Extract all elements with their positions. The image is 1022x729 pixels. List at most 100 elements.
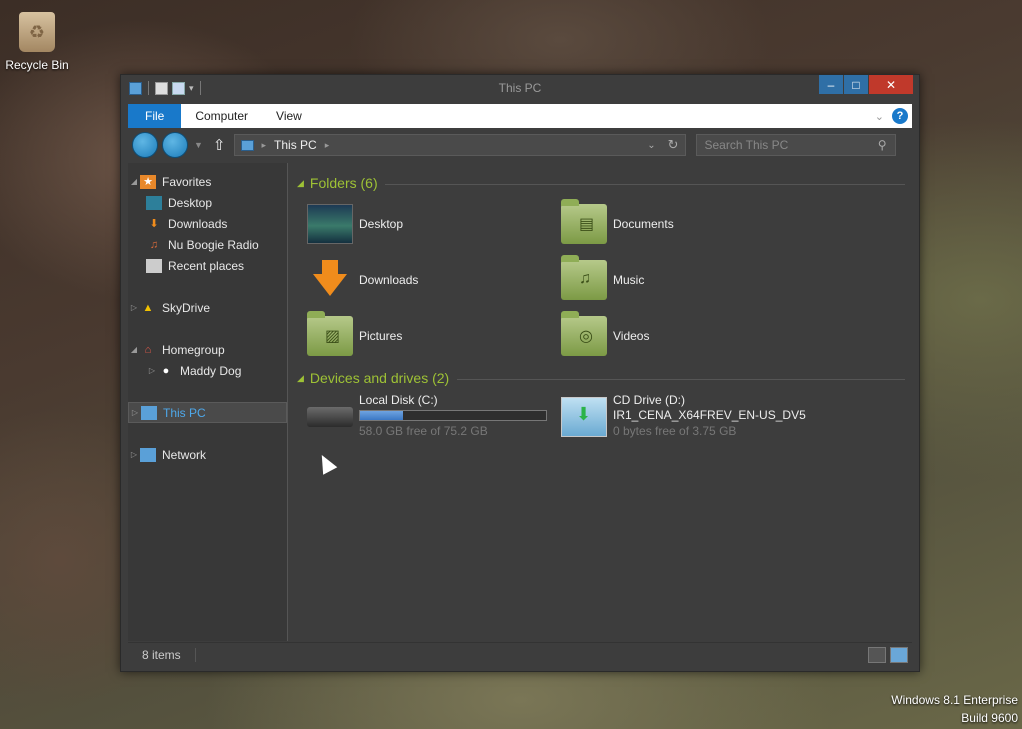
folder-downloads[interactable]: Downloads — [307, 255, 547, 305]
folder-videos[interactable]: ◎ Videos — [561, 311, 801, 361]
nav-favorites-downloads[interactable]: ⬇ Downloads — [128, 213, 287, 234]
devices-group-title: Devices and drives (2) — [309, 370, 450, 386]
nav-favorites-desktop[interactable]: Desktop — [128, 192, 287, 213]
favorites-star-icon: ★ — [140, 174, 156, 189]
folders-group-header[interactable]: ◢ Folders (6) — [297, 175, 378, 191]
nav-label: This PC — [163, 405, 206, 420]
os-edition: Windows 8.1 Enterprise — [891, 693, 1018, 707]
warning-icon: ▲ — [142, 301, 154, 314]
computer-icon — [240, 139, 254, 151]
collapsed-arrow-icon[interactable]: ▷ — [128, 450, 140, 459]
search-icon[interactable]: ⚲ — [878, 138, 887, 152]
minimize-button[interactable]: – — [819, 75, 843, 94]
address-bar[interactable]: ▸ This PC ▸ ⌄ ↻ — [233, 134, 686, 156]
computer-icon — [141, 405, 157, 420]
expand-ribbon-icon[interactable]: ⌄ — [875, 110, 884, 123]
address-dropdown-icon[interactable]: ⌄ — [647, 140, 655, 151]
nav-label: Desktop — [168, 195, 213, 210]
drive-name: CD Drive (D:) — [613, 393, 685, 407]
folder-label: Desktop — [359, 217, 404, 231]
group-divider — [457, 379, 905, 380]
close-button[interactable]: ✕ — [869, 75, 913, 94]
drive-usage-fill — [360, 411, 403, 420]
expanded-arrow-icon[interactable]: ◢ — [128, 345, 140, 354]
nav-favorites[interactable]: ◢ ★ Favorites — [128, 171, 287, 192]
nav-network[interactable]: ▷ Network — [128, 444, 287, 465]
recycle-bin-label: Recycle Bin — [5, 58, 69, 72]
tiles-view-icon[interactable] — [890, 646, 908, 663]
downloads-folder-icon — [307, 260, 353, 300]
up-arrow-icon[interactable]: ⇧ — [213, 136, 226, 154]
recycle-bin[interactable]: Recycle Bin — [4, 8, 70, 72]
tab-view[interactable]: View — [262, 104, 316, 128]
group-divider — [385, 184, 905, 185]
nav-label: Recent places — [168, 258, 245, 273]
folder-desktop[interactable]: Desktop — [307, 199, 547, 249]
nav-favorites-recent[interactable]: Recent places — [128, 255, 287, 276]
view-switcher — [868, 646, 912, 663]
search-input[interactable]: Search This PC — [705, 138, 789, 152]
drive-space: 0 bytes free of 3.75 GB — [613, 424, 737, 438]
network-icon — [140, 447, 156, 462]
navigation-pane: ◢ ★ Favorites Desktop ⬇ Downloads ♫ Nu B… — [128, 163, 288, 641]
back-button[interactable] — [132, 132, 158, 158]
window-title: This PC — [498, 81, 542, 95]
navigation-bar: ▼ ⇧ ▸ This PC ▸ ⌄ ↻ Search This PC ⚲ — [128, 130, 912, 160]
devices-group-header[interactable]: ◢ Devices and drives (2) — [297, 370, 449, 386]
breadcrumb-separator[interactable]: ▸ — [325, 140, 330, 151]
nav-skydrive[interactable]: ▷ ▲ SkyDrive — [128, 297, 287, 318]
folder-label: Downloads — [359, 273, 419, 287]
refresh-icon[interactable]: ↻ — [668, 137, 679, 153]
shortcut-icon: ♫ — [149, 238, 159, 251]
nav-label: Favorites — [162, 174, 212, 189]
search-box[interactable]: Search This PC ⚲ — [695, 134, 896, 156]
explorer-window: ▾ This PC – □ ✕ File Computer View ⌄ ? ▼… — [120, 74, 920, 672]
drive-info: Local Disk (C:) 58.0 GB free of 75.2 GB — [359, 393, 547, 439]
nav-homegroup[interactable]: ◢ ⌂ Homegroup — [128, 339, 287, 360]
maximize-button[interactable]: □ — [844, 75, 868, 94]
drive-usage-bar — [359, 410, 547, 421]
title-bar[interactable]: ▾ This PC – □ ✕ — [121, 75, 919, 103]
breadcrumb-this-pc[interactable]: This PC — [274, 138, 317, 152]
tab-file[interactable]: File — [128, 104, 182, 128]
recent-places-icon — [146, 258, 162, 273]
os-watermark: Windows 8.1 Enterprise Build 9600 — [891, 691, 1018, 727]
help-icon[interactable]: ? — [892, 108, 908, 124]
collapsed-arrow-icon[interactable]: ▷ — [146, 366, 158, 375]
collapsed-arrow-icon[interactable]: ▷ — [129, 408, 141, 417]
folder-music[interactable]: ♫ Music — [561, 255, 801, 305]
folder-label: Pictures — [359, 329, 403, 343]
ribbon-right-controls: ⌄ ? — [875, 104, 912, 128]
desktop-folder-icon — [307, 204, 353, 244]
group-collapse-icon[interactable]: ◢ — [297, 178, 304, 189]
drive-local-disk[interactable]: Local Disk (C:) 58.0 GB free of 75.2 GB — [307, 393, 557, 445]
homegroup-icon: ⌂ — [144, 343, 152, 356]
folders-group-title: Folders (6) — [309, 175, 378, 191]
drive-cd[interactable]: CD Drive (D:) IR1_CENA_X64FREV_EN-US_DV5… — [561, 393, 811, 445]
os-build: Build 9600 — [961, 711, 1018, 725]
nav-label: Network — [162, 447, 207, 462]
folder-label: Documents — [613, 217, 674, 231]
user-icon: ● — [162, 364, 170, 377]
nav-homegroup-user[interactable]: ▷ ● Maddy Dog — [128, 360, 287, 381]
recent-locations-icon[interactable]: ▼ — [194, 140, 203, 150]
nav-favorites-radio[interactable]: ♫ Nu Boogie Radio — [128, 234, 287, 255]
collapsed-arrow-icon[interactable]: ▷ — [128, 303, 140, 312]
documents-folder-icon: ▤ — [561, 199, 607, 244]
folder-documents[interactable]: ▤ Documents — [561, 199, 801, 249]
forward-button[interactable] — [162, 132, 188, 158]
folder-pictures[interactable]: ▨ Pictures — [307, 311, 547, 361]
tab-computer[interactable]: Computer — [181, 104, 262, 128]
folder-label: Videos — [613, 329, 650, 343]
expanded-arrow-icon[interactable]: ◢ — [128, 177, 140, 186]
recycle-bin-icon — [19, 12, 55, 52]
nav-label: Downloads — [168, 216, 228, 231]
details-view-icon[interactable] — [868, 646, 886, 663]
breadcrumb-separator: ▸ — [261, 139, 267, 150]
nav-this-pc[interactable]: ▷ This PC — [128, 402, 287, 423]
group-collapse-icon[interactable]: ◢ — [297, 373, 304, 384]
hard-drive-icon — [307, 407, 353, 427]
